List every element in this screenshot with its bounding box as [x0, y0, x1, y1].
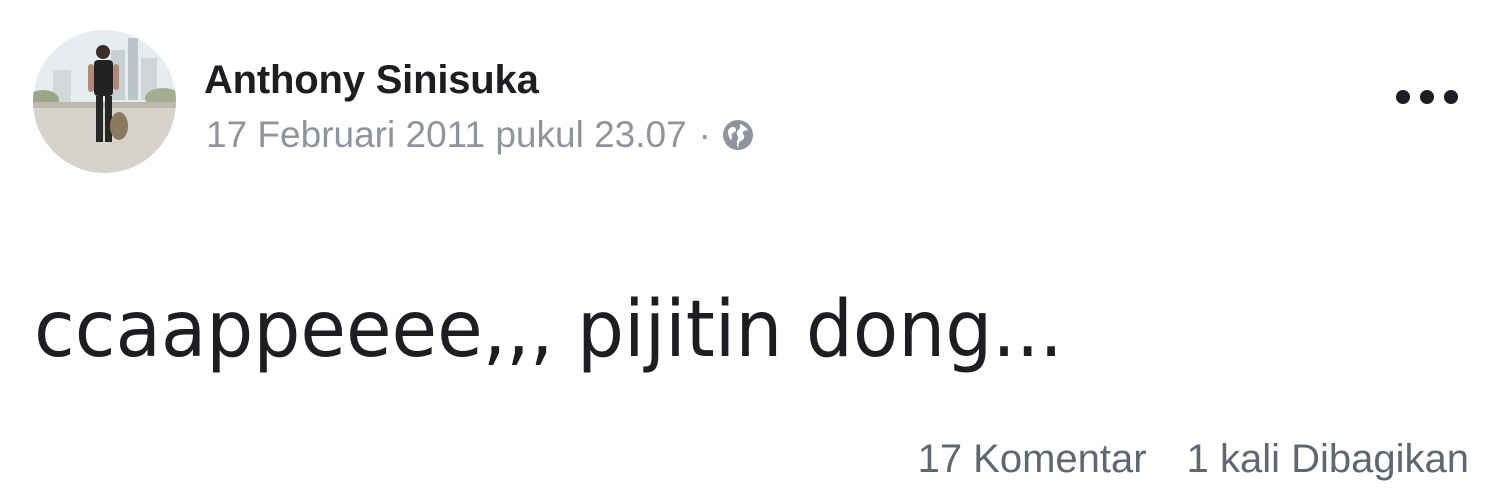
more-dots-icon[interactable]: [1396, 84, 1458, 110]
dot-icon: [1396, 90, 1410, 104]
post-meta: 17 Februari 2011 pukul 23.07 ·: [206, 114, 755, 156]
facebook-post: Anthony Sinisuka 17 Februari 2011 pukul …: [0, 0, 1499, 499]
post-stats: 17 Komentar 1 kali Dibagikan: [918, 437, 1469, 482]
dot-icon: [1420, 90, 1434, 104]
post-text: ccaappeeee,,, pijitin dong...: [34, 285, 1063, 375]
dot-icon: [1444, 90, 1458, 104]
globe-icon[interactable]: [721, 118, 755, 152]
avatar[interactable]: [33, 30, 176, 173]
meta-separator: ·: [698, 114, 711, 155]
author-name[interactable]: Anthony Sinisuka: [204, 58, 539, 103]
avatar-photo: [33, 30, 176, 173]
post-timestamp[interactable]: 17 Februari 2011 pukul 23.07: [206, 114, 687, 156]
comments-count-link[interactable]: 17 Komentar: [918, 437, 1147, 482]
shares-count-link[interactable]: 1 kali Dibagikan: [1187, 437, 1469, 482]
